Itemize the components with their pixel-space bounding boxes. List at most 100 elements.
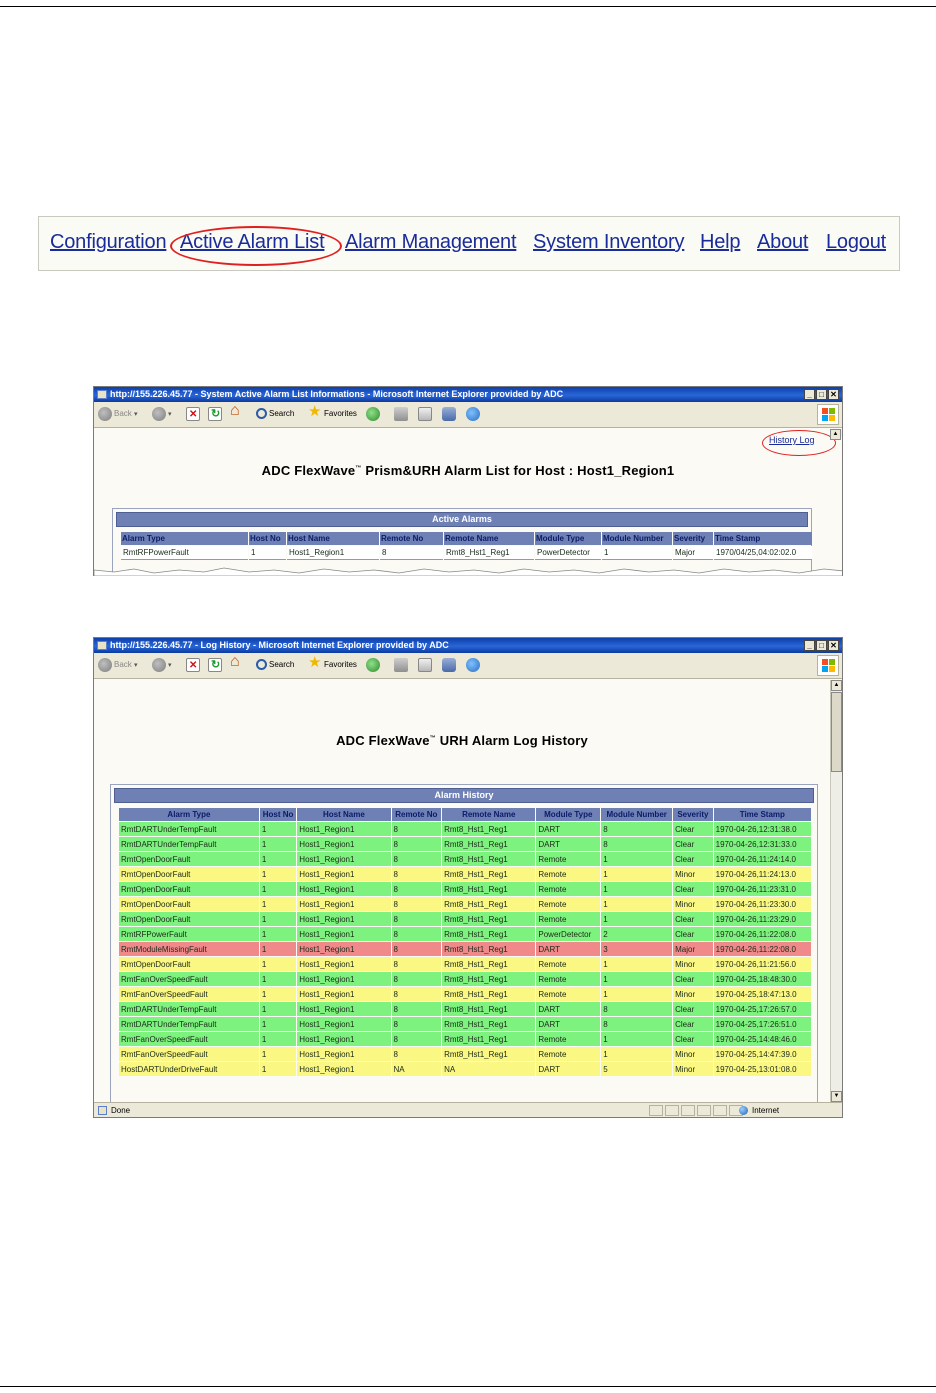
table-row[interactable]: RmtFanOverSpeedFault 1 Host1_Region1 8 Rmt8_… <box>119 1032 811 1046</box>
col-remote-no[interactable]: Remote No <box>391 808 442 821</box>
refresh-button[interactable] <box>208 657 224 673</box>
col-time-stamp[interactable]: Time Stamp <box>713 808 811 821</box>
table-row[interactable]: RmtOpenDoorFault 1 Host1_Region1 8 Rmt8_Hst1… <box>119 852 811 866</box>
print-button[interactable] <box>394 657 410 673</box>
col-host-name[interactable]: Host Name <box>287 532 379 545</box>
back-arrow-icon <box>98 406 112 421</box>
nav-logout[interactable]: Logout <box>826 231 886 254</box>
back-button[interactable]: Back ▾ <box>98 657 138 673</box>
stop-button[interactable] <box>186 657 202 674</box>
mail-button[interactable] <box>418 657 434 673</box>
table-row[interactable]: RmtRFPowerFault 1 Host1_Region1 8 Rmt8_H… <box>121 546 812 560</box>
cell-module-type: DART <box>536 1017 601 1031</box>
col-module-number[interactable]: Module Number <box>601 808 673 821</box>
media-button[interactable] <box>366 406 382 422</box>
close-button[interactable]: ✕ <box>828 389 839 400</box>
table-row[interactable]: HostDARTUnderDriveFault 1 Host1_Region1 NA N… <box>119 1062 811 1076</box>
cell-alarm-type: RmtDARTUnderTempFault <box>119 837 259 851</box>
cell-alarm-type: RmtOpenDoorFault <box>119 897 259 911</box>
cell-severity: Minor <box>673 897 713 911</box>
table-row[interactable]: RmtFanOverSpeedFault 1 Host1_Region1 8 Rmt8_… <box>119 972 811 986</box>
favorites-button[interactable]: Favorites <box>308 404 357 422</box>
col-module-number[interactable]: Module Number <box>602 532 672 545</box>
table-row[interactable]: RmtDARTUnderTempFault 1 Host1_Region1 8 Rmt8… <box>119 822 811 836</box>
table-row[interactable]: RmtDARTUnderTempFault 1 Host1_Region1 8 Rmt8… <box>119 1017 811 1031</box>
scroll-up-arrow-icon[interactable]: ▲ <box>831 680 842 691</box>
col-severity[interactable]: Severity <box>673 808 713 821</box>
col-module-type[interactable]: Module Type <box>536 808 601 821</box>
col-host-name[interactable]: Host Name <box>297 808 391 821</box>
back-button[interactable]: Back ▾ <box>98 406 138 422</box>
messenger-button[interactable] <box>466 406 482 422</box>
back-arrow-icon <box>98 657 112 672</box>
cell-module-number: 1 <box>601 1047 673 1061</box>
table-row[interactable]: RmtFanOverSpeedFault 1 Host1_Region1 8 Rmt8_… <box>119 1047 811 1061</box>
nav-system-inventory[interactable]: System Inventory <box>533 231 685 254</box>
close-button[interactable]: ✕ <box>828 640 839 651</box>
minimize-button[interactable]: _ <box>804 389 815 400</box>
table-row[interactable]: RmtOpenDoorFault 1 Host1_Region1 8 Rmt8_Hst1… <box>119 867 811 881</box>
table-row[interactable]: RmtDARTUnderTempFault 1 Host1_Region1 8 Rmt8… <box>119 1002 811 1016</box>
col-alarm-type[interactable]: Alarm Type <box>121 532 248 545</box>
stop-button[interactable] <box>186 406 202 423</box>
nav-active-alarm-list[interactable]: Active Alarm List <box>180 231 325 254</box>
maximize-button[interactable]: □ <box>816 389 827 400</box>
mail-button[interactable] <box>418 406 434 422</box>
col-severity[interactable]: Severity <box>673 532 713 545</box>
scroll-up-arrow-icon[interactable]: ▲ <box>830 429 841 440</box>
windows-logo-icon <box>817 404 839 425</box>
table-row[interactable]: RmtModuleMissingFault 1 Host1_Region1 8 Rmt8… <box>119 942 811 956</box>
cell-severity: Clear <box>673 912 713 926</box>
cell-remote-no: 8 <box>391 897 442 911</box>
minimize-button[interactable]: _ <box>804 640 815 651</box>
col-remote-name[interactable]: Remote Name <box>442 808 536 821</box>
cell-host-name: Host1_Region1 <box>297 822 391 836</box>
nav-alarm-management[interactable]: Alarm Management <box>345 231 517 254</box>
refresh-button[interactable] <box>208 406 224 422</box>
cell-remote-name: Rmt8_Hst1_Reg1 <box>442 987 536 1001</box>
messenger-button[interactable] <box>466 657 482 673</box>
cell-remote-no: 8 <box>391 912 442 926</box>
scroll-down-arrow-icon[interactable]: ▼ <box>831 1091 842 1102</box>
maximize-button[interactable]: □ <box>816 640 827 651</box>
table-row[interactable]: RmtDARTUnderTempFault 1 Host1_Region1 8 Rmt8… <box>119 837 811 851</box>
tools-button[interactable] <box>442 406 458 422</box>
favorites-button[interactable]: Favorites <box>308 655 357 673</box>
scroll-thumb[interactable] <box>831 692 842 772</box>
cell-remote-name: Rmt8_Hst1_Reg1 <box>442 1047 536 1061</box>
tools-button[interactable] <box>442 657 458 673</box>
vertical-scrollbar[interactable]: ▲ ▼ <box>830 680 842 1102</box>
table-row[interactable]: RmtOpenDoorFault 1 Host1_Region1 8 Rmt8_Hst1… <box>119 882 811 896</box>
table-row[interactable]: RmtRFPowerFault 1 Host1_Region1 8 Rmt8_Hst1_… <box>119 927 811 941</box>
table-row[interactable]: RmtOpenDoorFault 1 Host1_Region1 8 Rmt8_Hst1… <box>119 957 811 971</box>
col-host-no[interactable]: Host No <box>249 532 286 545</box>
col-alarm-type[interactable]: Alarm Type <box>119 808 259 821</box>
forward-button[interactable]: ▾ <box>152 657 172 673</box>
print-button[interactable] <box>394 406 410 422</box>
cell-module-number: 8 <box>601 822 673 836</box>
nav-help[interactable]: Help <box>700 231 741 254</box>
cell-host-name: Host1_Region1 <box>297 897 391 911</box>
forward-button[interactable]: ▾ <box>152 406 172 422</box>
search-button[interactable]: Search <box>256 657 294 673</box>
col-time-stamp[interactable]: Time Stamp <box>714 532 812 545</box>
cell-module-number: 1 <box>601 897 673 911</box>
col-remote-no[interactable]: Remote No <box>380 532 443 545</box>
col-host-no[interactable]: Host No <box>259 808 297 821</box>
page-content: History Log ▲ ADC FlexWave™ Prism&URH Al… <box>94 429 842 576</box>
cell-host-name: Host1_Region1 <box>297 942 391 956</box>
cell-module-type: PowerDetector <box>535 546 601 560</box>
vertical-scrollbar[interactable]: ▲ <box>830 429 842 440</box>
cell-host-no: 1 <box>259 1062 297 1076</box>
nav-configuration[interactable]: Configuration <box>50 231 167 254</box>
media-button[interactable] <box>366 657 382 673</box>
table-row[interactable]: RmtOpenDoorFault 1 Host1_Region1 8 Rmt8_Hst1… <box>119 897 811 911</box>
table-row[interactable]: RmtOpenDoorFault 1 Host1_Region1 8 Rmt8_Hst1… <box>119 912 811 926</box>
col-remote-name[interactable]: Remote Name <box>444 532 534 545</box>
col-module-type[interactable]: Module Type <box>535 532 601 545</box>
table-row[interactable]: RmtFanOverSpeedFault 1 Host1_Region1 8 Rmt8_… <box>119 987 811 1001</box>
home-button[interactable] <box>230 654 246 673</box>
home-button[interactable] <box>230 403 246 422</box>
nav-about[interactable]: About <box>757 231 808 254</box>
search-button[interactable]: Search <box>256 406 294 422</box>
